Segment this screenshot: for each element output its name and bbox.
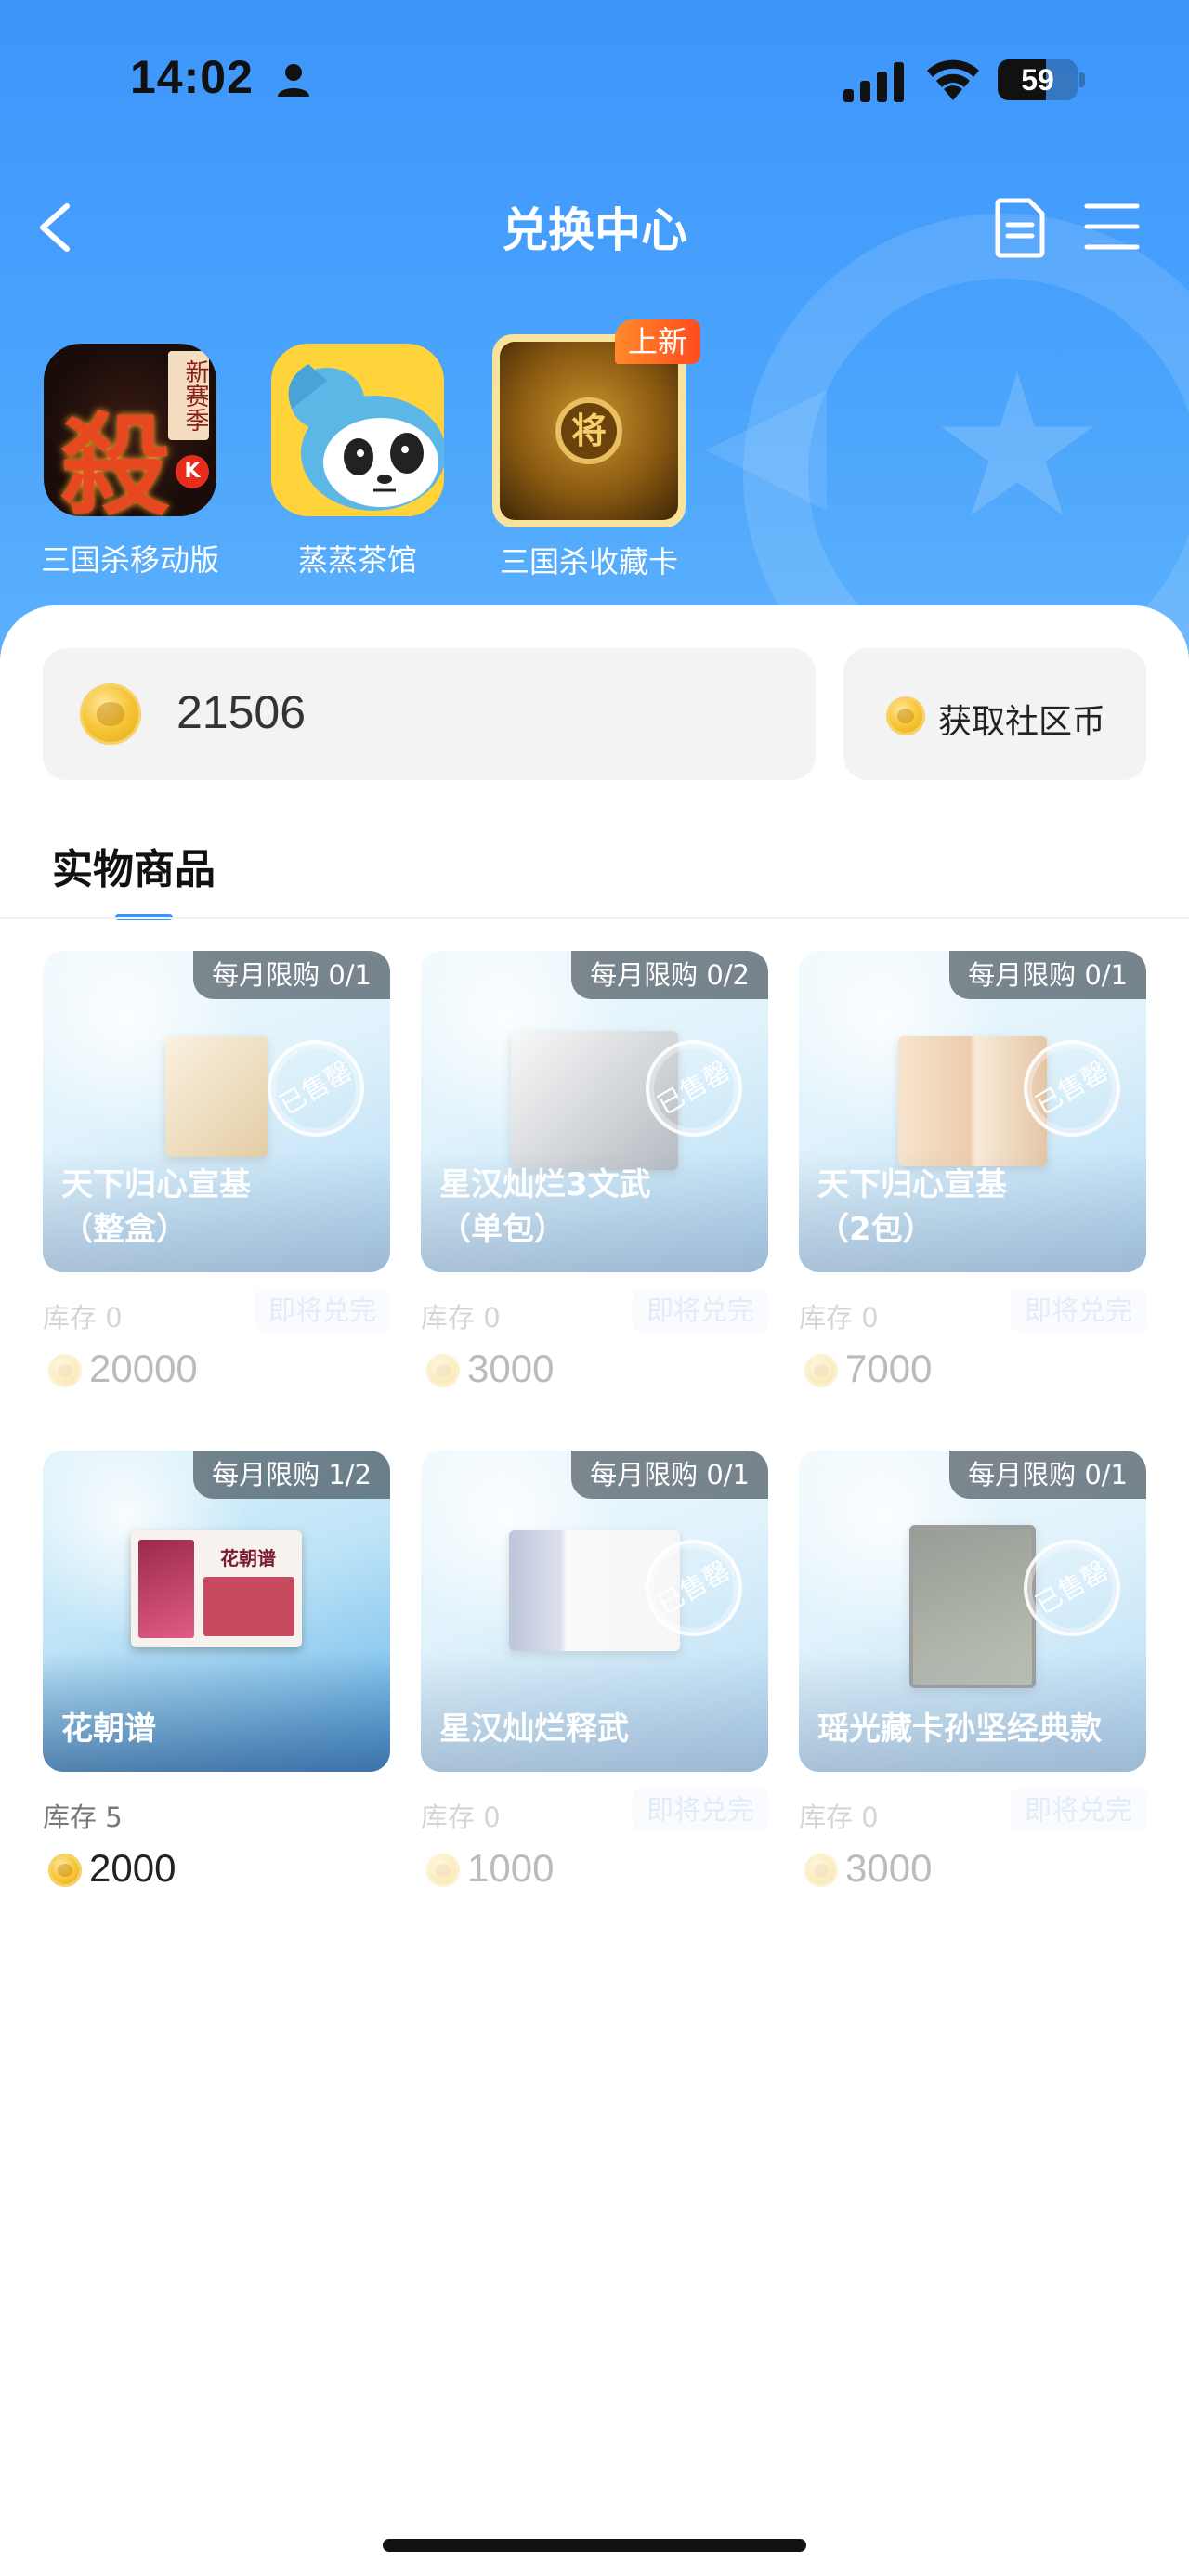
stock-count: 库存 0 [421,1302,501,1334]
purchase-limit-badge: 每月限购 0/1 [949,951,1146,999]
stock-count: 库存 0 [799,1302,879,1334]
balance-box: 21506 [43,648,816,780]
battery-level: 59 [1021,63,1054,97]
coin-icon [80,683,141,745]
coin-icon [886,696,925,735]
product-image: 已售罄 每月限购 0/1 天下归心宣基 （整盒） [43,951,390,1272]
product-image: 已售罄 每月限购 0/1 星汉灿烂释武 [421,1451,768,1772]
coin-icon [804,1854,838,1887]
product-name: 瑶光藏卡孙坚经典款 [817,1711,1102,1748]
status-pill: 即将兑完 [1011,1789,1146,1831]
product-name: 天下归心宣基 （整盒） [61,1166,251,1248]
stock-count: 库存 0 [43,1302,123,1334]
earn-coins-label: 获取社区币 [938,703,1106,741]
corner-mark: K [176,455,209,488]
status-pill: 即将兑完 [633,1289,768,1332]
product-image: 已售罄 每月限购 0/2 星汉灿烂3文武 （单包） [421,951,768,1272]
signal-icon [843,62,904,102]
purchase-limit-badge: 每月限购 0/1 [949,1451,1146,1499]
home-indicator [383,2539,806,2552]
game-item-zhengzheng-teahouse[interactable]: 蒸蒸茶馆 [255,344,460,579]
stock-count: 库存 5 [43,1802,123,1833]
game-item-collection-card[interactable]: 将 三国杀收藏卡 [487,334,691,581]
product-price: 3000 [467,1347,555,1390]
purchase-limit-badge: 每月限购 0/1 [571,1451,768,1499]
coin-icon [426,1354,460,1387]
balance-value: 21506 [176,686,307,738]
purchase-limit-badge: 每月限购 0/1 [193,951,390,999]
product-price: 3000 [845,1846,933,1890]
game-label: 三国杀移动版 [40,542,219,578]
product-card[interactable]: 已售罄 每月限购 0/1 星汉灿烂释武 库存 0 即将兑完 1000 [421,1451,768,1898]
product-price: 7000 [845,1347,933,1390]
product-name: 星汉灿烂释武 [439,1711,629,1748]
status-pill: 即将兑完 [633,1789,768,1831]
earn-coins-button[interactable]: 获取社区币 [843,648,1146,780]
game-label: 蒸蒸茶馆 [297,542,417,578]
stock-count: 库存 0 [421,1802,501,1833]
purchase-limit-badge: 每月限购 0/2 [571,951,768,999]
game-item-sanguosha-mobile[interactable]: 殺 新赛季 K 三国杀移动版 [28,344,232,579]
product-price: 2000 [89,1846,176,1890]
product-card[interactable]: 已售罄 每月限购 0/2 星汉灿烂3文武 （单包） 库存 0 即将兑完 3000 [421,951,768,1399]
page-title: 兑换中心 [502,203,687,257]
record-icon[interactable] [992,197,1048,258]
back-button[interactable] [28,195,84,260]
status-time: 14:02 [130,51,254,103]
purchase-limit-badge: 每月限购 1/2 [193,1451,390,1499]
coin-icon [48,1354,82,1387]
season-tag: 新赛季 [168,351,209,440]
game-label: 三国杀收藏卡 [499,544,678,579]
status-pill: 即将兑完 [255,1289,390,1332]
product-price: 20000 [89,1347,198,1390]
stock-count: 库存 0 [799,1802,879,1833]
product-card[interactable]: 已售罄 每月限购 0/1 天下归心宣基 （2包） 库存 0 即将兑完 7000 [799,951,1146,1399]
box-title: 花朝谱 [220,1547,276,1569]
product-image: 已售罄 每月限购 0/1 天下归心宣基 （2包） [799,951,1146,1272]
product-name: 星汉灿烂3文武 （单包） [439,1166,651,1248]
new-badge: 上新 [615,319,700,364]
product-image: 花朝谱 每月限购 1/2 花朝谱 [43,1451,390,1772]
sanguosha-app-icon: 殺 新赛季 K [44,344,216,516]
product-card[interactable]: 花朝谱 每月限购 1/2 花朝谱 库存 5 2000 [43,1451,390,1898]
product-card[interactable]: 已售罄 每月限购 0/1 瑶光藏卡孙坚经典款 库存 0 即将兑完 3000 [799,1451,1146,1898]
coin-icon [48,1854,82,1887]
tab-physical-goods[interactable]: 实物商品 [52,836,216,895]
icon-glyph: 殺 [60,401,171,516]
product-image: 已售罄 每月限购 0/1 瑶光藏卡孙坚经典款 [799,1451,1146,1772]
battery-icon: 59 [998,59,1078,100]
panda-mascot-icon [288,364,444,511]
general-seal-icon: 将 [555,397,622,464]
person-icon [278,64,309,97]
product-name: 花朝谱 [61,1711,156,1748]
product-price: 1000 [467,1846,555,1890]
status-pill: 即将兑完 [1011,1289,1146,1332]
product-card[interactable]: 已售罄 每月限购 0/1 天下归心宣基 （整盒） 库存 0 即将兑完 20000 [43,951,390,1399]
status-bar: 14:02 59 [0,0,1189,149]
divider [0,917,1189,919]
teahouse-app-icon [271,344,444,516]
product-name: 天下归心宣基 （2包） [817,1166,1007,1248]
coin-icon [804,1354,838,1387]
battery-tip [1079,72,1085,87]
coin-icon [426,1854,460,1887]
menu-icon[interactable] [1081,199,1143,254]
wifi-icon [927,59,979,100]
product-box-image: 花朝谱 [131,1530,302,1647]
